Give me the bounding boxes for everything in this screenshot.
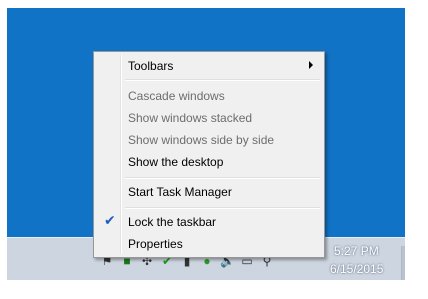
menu-item-label: Lock the taskbar [128,215,217,229]
menu-item-label: Start Task Manager [128,185,232,199]
menu-item-lock-the-taskbar[interactable]: ✔ Lock the taskbar [97,211,321,233]
menu-item-show-windows-side-by-side[interactable]: Show windows side by side [97,129,321,151]
menu-item-label: Toolbars [128,59,174,73]
clock-time[interactable]: 5:27 PM [334,244,379,258]
menu-separator [125,207,320,209]
screenshot-frame: ⚑ ■ ✣ ✔ ▮ ● 🔈 ▭ ⚲ 5:27 PM 6/15/2015 Tool… [0,0,428,299]
menu-item-label: Properties [128,237,183,251]
checkmark-icon: ✔ [104,213,116,229]
menu-separator [125,177,320,179]
menu-item-label: Show the desktop [128,155,224,169]
menu-item-show-the-desktop[interactable]: Show the desktop [97,151,321,173]
taskbar-context-menu: Toolbars Cascade windows Show windows st… [93,51,325,258]
menu-item-label: Show windows stacked [128,111,253,125]
menu-item-label: Cascade windows [128,89,225,103]
menu-item-cascade-windows[interactable]: Cascade windows [97,85,321,107]
menu-item-start-task-manager[interactable]: Start Task Manager [97,181,321,203]
submenu-arrow-icon [309,61,313,69]
show-desktop-button[interactable] [401,246,405,280]
menu-item-toolbars[interactable]: Toolbars [97,55,321,77]
menu-item-show-windows-stacked[interactable]: Show windows stacked [97,107,321,129]
menu-item-label: Show windows side by side [128,133,275,147]
menu-separator [125,79,320,81]
menu-item-properties[interactable]: Properties [97,233,321,255]
clock-date[interactable]: 6/15/2015 [330,262,383,276]
